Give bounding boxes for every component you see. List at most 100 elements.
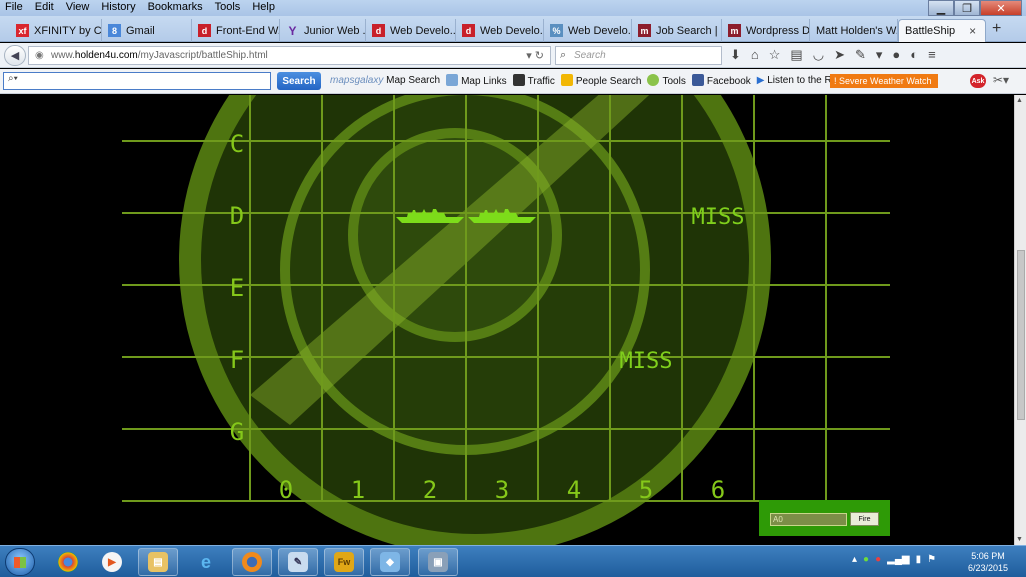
link-label: Map Links: [461, 76, 507, 87]
scissors-icon[interactable]: ✂▾: [993, 73, 1009, 87]
media-player-icon[interactable]: ▶: [92, 548, 132, 576]
virtualbox-icon[interactable]: ◆: [370, 548, 410, 576]
back-arrow-icon: ◀: [10, 50, 20, 62]
play-icon: ▶: [756, 75, 768, 86]
chrome-icon[interactable]: [48, 548, 88, 576]
row-label-E: E: [230, 274, 244, 302]
menu-icon[interactable]: ≡: [928, 47, 936, 63]
notepad-icon[interactable]: ✎: [278, 548, 318, 576]
search-icon: ⌕: [560, 49, 567, 61]
fire-button[interactable]: Fire: [850, 512, 879, 526]
column-label-0: 0: [279, 476, 293, 504]
toolbar-link-tools[interactable]: Tools: [647, 74, 686, 87]
traffic-light-icon: [512, 74, 525, 86]
tab-label: XFINITY by C...: [34, 24, 102, 37]
dropdown-icon[interactable]: ▾: [876, 47, 883, 63]
download-icon[interactable]: ⬇: [730, 47, 741, 63]
menu-help[interactable]: Help: [251, 1, 276, 13]
menu-view[interactable]: View: [65, 1, 91, 13]
ask-icon[interactable]: Ask: [970, 74, 986, 88]
toolbar-link-people-search[interactable]: People Search: [560, 74, 642, 87]
tab-wordpress[interactable]: m Wordpress D...: [722, 19, 810, 42]
tab-matt-holden[interactable]: Matt Holden's W...: [810, 19, 898, 42]
firefox-icon[interactable]: [232, 548, 272, 576]
chat-icon[interactable]: ●: [892, 47, 900, 63]
file-explorer-icon[interactable]: ▤: [138, 548, 178, 576]
menu-file[interactable]: File: [4, 1, 24, 13]
internet-explorer-icon[interactable]: e: [186, 548, 226, 576]
windows-taskbar: ▶ ▤ e ✎ Fw ◆ ▣ ▴ ● ● ▂▄▆ ▮ ⚑ 5:06 PM 6/2…: [0, 545, 1026, 577]
tab-label: Job Search | ...: [656, 24, 721, 37]
clock-date: 6/23/2015: [967, 563, 1009, 573]
url-bar[interactable]: ◉ www. holden4u.com/myJavascript/battleSh…: [28, 46, 551, 65]
link-label: People Search: [575, 76, 642, 87]
toolbar-link-map-search[interactable]: mapsgalaxy Map Search: [330, 75, 440, 86]
minimize-icon[interactable]: ▁: [928, 0, 954, 16]
home-icon[interactable]: ⌂: [751, 47, 759, 63]
tab-label: BattleShip: [905, 25, 956, 37]
menu-bookmarks[interactable]: Bookmarks: [147, 1, 204, 13]
miss-marker-F5: MISS: [620, 349, 673, 374]
start-button[interactable]: [5, 548, 35, 576]
globe-icon: ◉: [35, 50, 44, 61]
toolbar-link-facebook[interactable]: Facebook: [691, 74, 751, 87]
tab-gmail[interactable]: 8 Gmail: [102, 19, 192, 42]
tab-battleship[interactable]: BattleShip ×: [898, 19, 986, 42]
scroll-down-icon[interactable]: ▼: [1016, 536, 1023, 543]
battery-icon[interactable]: ▮: [916, 554, 922, 565]
show-hidden-icons[interactable]: ▴: [852, 554, 857, 565]
radar-rings: [179, 95, 771, 545]
maximize-icon[interactable]: ❐: [954, 0, 980, 16]
bookmarks-list-icon[interactable]: ▤: [790, 47, 802, 63]
menu-history[interactable]: History: [100, 1, 136, 13]
tab-label: Front-End W...: [216, 24, 280, 37]
antivirus-icon[interactable]: ●: [875, 554, 881, 565]
screen: File Edit View History Bookmarks Tools H…: [0, 0, 1026, 577]
pocket-icon[interactable]: ◡: [813, 47, 824, 63]
toolbar-search-button[interactable]: Search: [277, 72, 321, 90]
tab-web-develo-1[interactable]: d Web Develo...: [366, 19, 456, 42]
menu-tools[interactable]: Tools: [214, 1, 242, 13]
guess-input[interactable]: A0: [770, 513, 847, 526]
column-label-2: 2: [423, 476, 437, 504]
scroll-thumb[interactable]: [1017, 250, 1025, 420]
tab-xfinity[interactable]: xf XFINITY by C...: [10, 19, 102, 42]
toolbar-link-map-links[interactable]: Map Links: [446, 74, 507, 87]
column-label-3: 3: [495, 476, 509, 504]
menu-edit[interactable]: Edit: [34, 1, 55, 13]
toolbar-link-traffic[interactable]: Traffic: [512, 74, 555, 87]
extension-icon[interactable]: ◐: [910, 47, 918, 63]
tab-label: Web Develo...: [480, 24, 544, 37]
network-icon[interactable]: ▂▄▆: [887, 554, 909, 565]
app-icon[interactable]: ▣: [418, 548, 458, 576]
close-tab-icon[interactable]: ×: [969, 24, 976, 38]
url-prefix: www.: [51, 50, 75, 61]
column-label-5: 5: [639, 476, 653, 504]
back-button[interactable]: ◀: [4, 45, 26, 66]
addon-icon[interactable]: ✎: [855, 47, 866, 63]
dice-icon: d: [372, 24, 385, 37]
column-label-6: 6: [711, 476, 725, 504]
severe-weather-button[interactable]: ! Severe Weather Watch: [830, 74, 938, 88]
flag-icon[interactable]: ⚑: [927, 554, 936, 565]
search-placeholder: Search: [574, 50, 606, 61]
vertical-scrollbar[interactable]: ▲ ▼: [1014, 95, 1026, 545]
fireworks-icon[interactable]: Fw: [324, 548, 364, 576]
tab-front-end[interactable]: d Front-End W...: [192, 19, 280, 42]
tab-job-search[interactable]: m Job Search | ...: [632, 19, 722, 42]
addon-toolbar: ⌕▾ Search mapsgalaxy Map Search Map Link…: [0, 69, 1026, 94]
map-links-icon: [446, 74, 459, 86]
send-icon[interactable]: ➤: [834, 47, 845, 63]
clock[interactable]: 5:06 PM 6/23/2015: [963, 550, 1013, 574]
shield-icon[interactable]: ●: [863, 554, 869, 565]
new-tab-button[interactable]: +: [992, 20, 1001, 38]
toolbar-search-input[interactable]: ⌕▾: [3, 72, 271, 90]
scroll-up-icon[interactable]: ▲: [1016, 97, 1023, 104]
bookmark-star-icon[interactable]: ☆: [769, 47, 781, 63]
tab-junior-web[interactable]: Y Junior Web ...: [280, 19, 366, 42]
tab-web-develo-2[interactable]: d Web Develo...: [456, 19, 544, 42]
search-box[interactable]: ⌕ Search: [555, 46, 722, 65]
reload-icon[interactable]: ▾ ↻: [526, 49, 544, 62]
tab-web-develo-3[interactable]: % Web Develo...: [544, 19, 632, 42]
close-window-icon[interactable]: ✕: [980, 0, 1022, 16]
